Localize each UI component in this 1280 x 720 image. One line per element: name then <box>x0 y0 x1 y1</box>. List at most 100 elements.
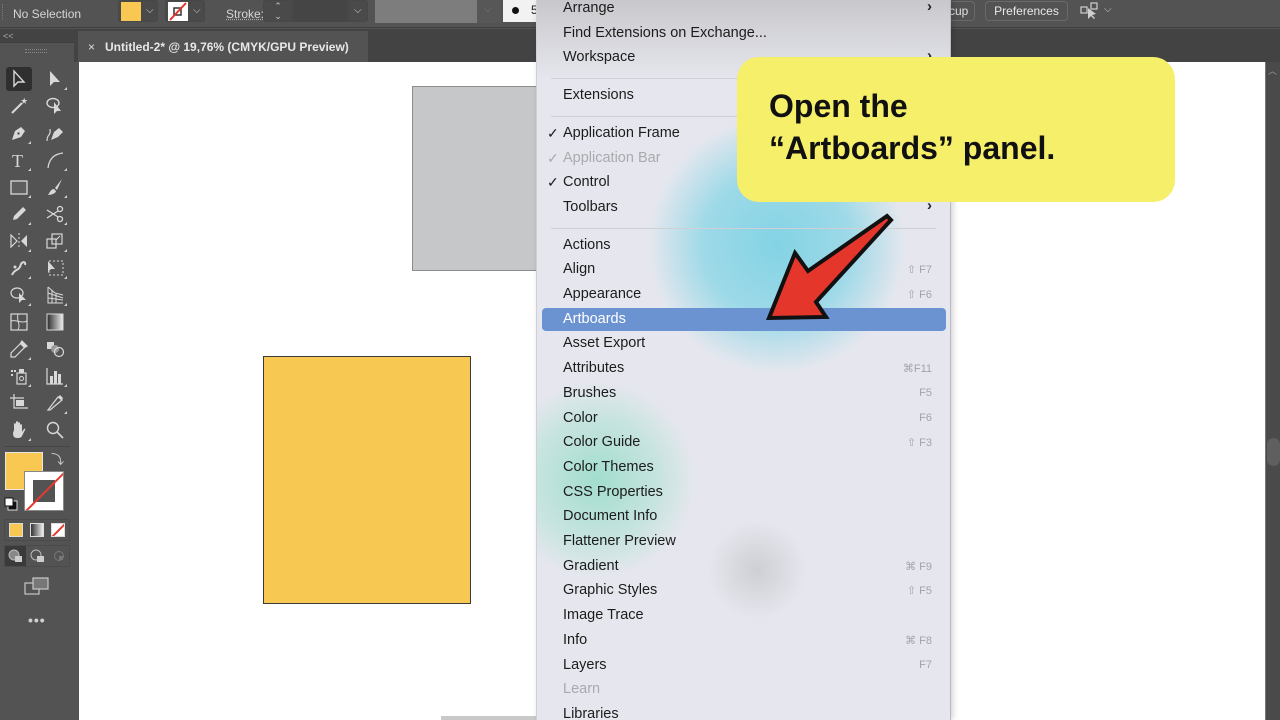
checkmark-icon: ✓ <box>547 124 559 141</box>
pencil-tool[interactable] <box>6 202 32 226</box>
document-tab[interactable]: × Untitled-2* @ 19,76% (CMYK/GPU Preview… <box>78 31 368 62</box>
scale-tool[interactable] <box>42 229 68 253</box>
menu-item-brushes[interactable]: Brushes F5 <box>542 382 946 405</box>
change-screen-mode-icon[interactable] <box>24 576 50 596</box>
stroke-weight-input[interactable] <box>293 0 348 22</box>
artboard-tool[interactable] <box>6 391 32 415</box>
callout-line-2: “Artboards” panel. <box>769 130 1056 166</box>
direct-selection-arrow-icon <box>50 71 60 86</box>
zoom-tool[interactable] <box>42 418 68 442</box>
stroke-weight-stepper[interactable]: ⌃ ⌄ <box>263 0 293 22</box>
type-tool[interactable]: T <box>6 148 32 172</box>
keyboard-shortcut: F7 <box>919 658 932 671</box>
menu-item-label: Image Trace <box>563 607 644 624</box>
close-tab-icon[interactable]: × <box>88 40 95 54</box>
menu-item-find-extensions-on-exchange[interactable]: Find Extensions on Exchange... <box>542 22 946 45</box>
perspective-grid-tool[interactable] <box>42 283 68 307</box>
callout-line-1: Open the <box>769 88 908 124</box>
stroke-color-dropdown[interactable]: ⌵ <box>165 0 205 22</box>
control-bar-grip[interactable] <box>2 4 5 20</box>
gray-rectangle[interactable] <box>412 86 537 271</box>
scissors-tool[interactable] <box>42 202 68 226</box>
stroke-color-box[interactable] <box>24 471 64 511</box>
draw-normal-icon <box>8 549 22 562</box>
stroke-none-swatch <box>168 2 188 21</box>
magic-wand-tool[interactable] <box>6 94 32 118</box>
none-button[interactable] <box>51 523 65 537</box>
menu-item-arrange[interactable]: Arrange › <box>542 0 946 20</box>
slice-tool[interactable] <box>42 391 68 415</box>
menu-item-color-guide[interactable]: Color Guide ⇧ F3 <box>542 431 946 454</box>
menu-item-label: Color Themes <box>563 458 654 475</box>
menu-item-graphic-styles[interactable]: Graphic Styles ⇧ F5 <box>542 579 946 602</box>
menu-item-color-themes[interactable]: Color Themes <box>542 456 946 479</box>
symbol-sprayer-tool[interactable] <box>6 364 32 388</box>
chevron-down-icon[interactable]: ⌵ <box>1104 4 1112 15</box>
eyedropper-tool[interactable] <box>6 337 32 361</box>
draw-normal-button[interactable] <box>5 546 26 566</box>
color-button[interactable] <box>9 523 23 537</box>
arc-tool[interactable] <box>42 148 68 172</box>
mesh-tool[interactable] <box>6 310 32 334</box>
preferences-button[interactable]: Preferences <box>985 1 1068 21</box>
menu-item-label: Toolbars <box>563 198 618 215</box>
gradient-tool[interactable] <box>42 310 68 334</box>
pen-tool[interactable] <box>6 121 32 145</box>
selection-tool[interactable] <box>6 67 32 91</box>
direct-selection-tool[interactable] <box>42 67 68 91</box>
fill-color-dropdown[interactable]: ⌵ <box>118 0 158 22</box>
draw-behind-button[interactable] <box>27 546 48 566</box>
shape-builder-tool[interactable] <box>6 283 32 307</box>
menu-item-flattener-preview[interactable]: Flattener Preview <box>542 530 946 553</box>
menu-item-attributes[interactable]: Attributes ⌘F11 <box>542 357 946 380</box>
symbol-sprayer-icon <box>11 369 27 385</box>
edit-toolbar-button[interactable]: ••• <box>28 612 46 628</box>
toolbar-grip[interactable] <box>25 49 47 53</box>
drawing-mode-row <box>4 545 70 567</box>
menu-item-layers[interactable]: Layers F7 <box>542 654 946 677</box>
draw-inside-button[interactable] <box>49 546 70 566</box>
puppet-warp-tool[interactable] <box>6 256 32 280</box>
menu-item-css-properties[interactable]: CSS Properties <box>542 481 946 504</box>
free-transform-tool[interactable] <box>42 256 68 280</box>
menu-item-gradient[interactable]: Gradient ⌘ F9 <box>542 555 946 578</box>
hand-tool[interactable] <box>6 418 32 442</box>
magnifier-icon <box>46 421 64 439</box>
paintbrush-icon <box>48 179 62 195</box>
arrange-documents-icon[interactable] <box>1080 2 1100 20</box>
shape-builder-icon <box>10 287 26 303</box>
draw-inside-icon <box>54 551 64 561</box>
menu-item-document-info[interactable]: Document Info <box>542 505 946 528</box>
chevron-down-icon: ⌵ <box>193 5 201 16</box>
eyedropper-icon <box>10 340 28 358</box>
default-fill-stroke-icon[interactable] <box>4 497 18 511</box>
scrollbar-thumb[interactable] <box>1267 438 1280 466</box>
rectangle-tool[interactable] <box>6 175 32 199</box>
curvature-tool[interactable] <box>42 121 68 145</box>
gradient-button[interactable] <box>30 523 44 537</box>
vertical-scrollbar[interactable] <box>1265 62 1280 720</box>
paintbrush-tool[interactable] <box>42 175 68 199</box>
arc-icon <box>47 152 64 169</box>
stroke-weight-dropdown[interactable]: ⌵ <box>348 0 368 22</box>
toolbar-header[interactable] <box>0 42 74 62</box>
blend-tool[interactable] <box>42 337 68 361</box>
menu-item-info[interactable]: Info ⌘ F8 <box>542 629 946 652</box>
menu-item-color[interactable]: Color F6 <box>542 407 946 430</box>
chevron-right-icon: › <box>927 0 932 15</box>
menu-item-asset-export[interactable]: Asset Export <box>542 332 946 355</box>
pencil-icon <box>13 207 26 220</box>
swap-fill-stroke-icon[interactable]: ⤵ <box>51 449 64 468</box>
reflect-tool[interactable] <box>6 229 32 253</box>
yellow-rectangle[interactable] <box>263 356 471 604</box>
column-graph-tool[interactable] <box>42 364 68 388</box>
menu-item-image-trace[interactable]: Image Trace <box>542 604 946 627</box>
scroll-up-icon[interactable]: ︿ <box>1268 64 1277 77</box>
collapse-toolbar-button[interactable]: << <box>3 31 14 41</box>
artboard-icon <box>10 394 28 409</box>
menu-item-libraries[interactable]: Libraries <box>542 703 946 720</box>
variable-width-dropdown[interactable]: ⌵ <box>477 0 501 23</box>
stroke-panel-link[interactable]: Stroke: <box>226 3 264 25</box>
lasso-tool[interactable] <box>42 94 68 118</box>
menu-item-label: Workspace <box>563 49 636 66</box>
